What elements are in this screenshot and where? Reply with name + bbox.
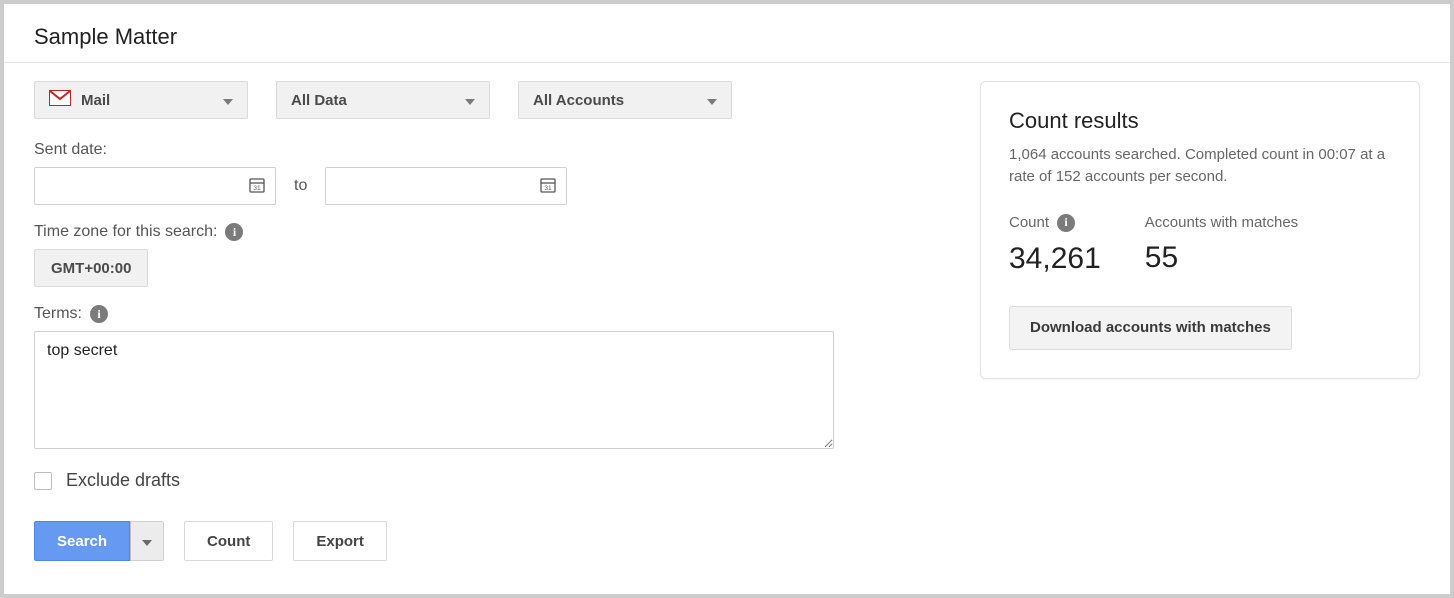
date-from-input[interactable]: 31 [34,167,276,205]
accounts-matches-metric: Accounts with matches 55 [1145,214,1298,276]
terms-label: Terms: i [34,305,890,323]
info-icon[interactable]: i [225,223,243,241]
count-results-summary: 1,064 accounts searched. Completed count… [1009,144,1391,188]
svg-text:31: 31 [545,185,553,192]
account-scope-dropdown-label: All Accounts [533,92,624,109]
service-dropdown[interactable]: Mail [34,81,248,119]
results-metrics: Count i 34,261 Accounts with matches 55 [1009,214,1391,276]
caret-down-icon [142,533,152,549]
accounts-matches-label: Accounts with matches [1145,214,1298,231]
count-metric-value: 34,261 [1009,242,1101,276]
search-split-button: Search [34,521,164,561]
accounts-matches-value: 55 [1145,241,1298,275]
page-title: Sample Matter [4,24,1450,62]
terms-textarea[interactable] [34,331,834,449]
data-scope-dropdown-label: All Data [291,92,347,109]
timezone-label: Time zone for this search: i [34,223,890,241]
exclude-drafts-checkbox[interactable] [34,472,52,490]
timezone-value: GMT+00:00 [51,260,131,277]
download-accounts-button[interactable]: Download accounts with matches [1009,306,1292,350]
exclude-drafts-row: Exclude drafts [34,470,890,491]
timezone-label-text: Time zone for this search: [34,223,217,241]
data-scope-dropdown[interactable]: All Data [276,81,490,119]
app-window: Sample Matter Mail [4,4,1450,594]
count-metric-label-text: Count [1009,214,1049,231]
timezone-button[interactable]: GMT+00:00 [34,249,148,287]
exclude-drafts-label: Exclude drafts [66,470,180,491]
calendar-icon: 31 [249,177,265,196]
count-results-title: Count results [1009,108,1391,134]
info-icon[interactable]: i [1057,214,1075,232]
dropdown-row: Mail All Data All Accoun [34,81,890,119]
svg-text:31: 31 [253,185,261,192]
calendar-icon: 31 [540,177,556,196]
search-button[interactable]: Search [34,521,130,561]
count-button[interactable]: Count [184,521,273,561]
account-scope-dropdown[interactable]: All Accounts [518,81,732,119]
service-dropdown-label: Mail [81,92,110,109]
count-metric: Count i 34,261 [1009,214,1101,276]
sent-date-label: Sent date: [34,141,890,159]
count-metric-label: Count i [1009,214,1101,232]
search-dropdown-toggle[interactable] [130,521,164,561]
caret-down-icon [707,92,717,109]
info-icon[interactable]: i [90,305,108,323]
search-form: Mail All Data All Accoun [34,81,890,561]
divider [4,62,1450,63]
count-results-panel: Count results 1,064 accounts searched. C… [980,81,1420,379]
export-button[interactable]: Export [293,521,387,561]
date-to-input[interactable]: 31 [325,167,567,205]
content-row: Mail All Data All Accoun [4,81,1450,561]
date-range-row: 31 to 31 [34,167,890,205]
action-row: Search Count Export [34,521,890,561]
date-to-label: to [294,177,307,195]
caret-down-icon [465,92,475,109]
terms-label-text: Terms: [34,305,82,323]
caret-down-icon [223,92,233,109]
mail-icon [49,90,71,110]
